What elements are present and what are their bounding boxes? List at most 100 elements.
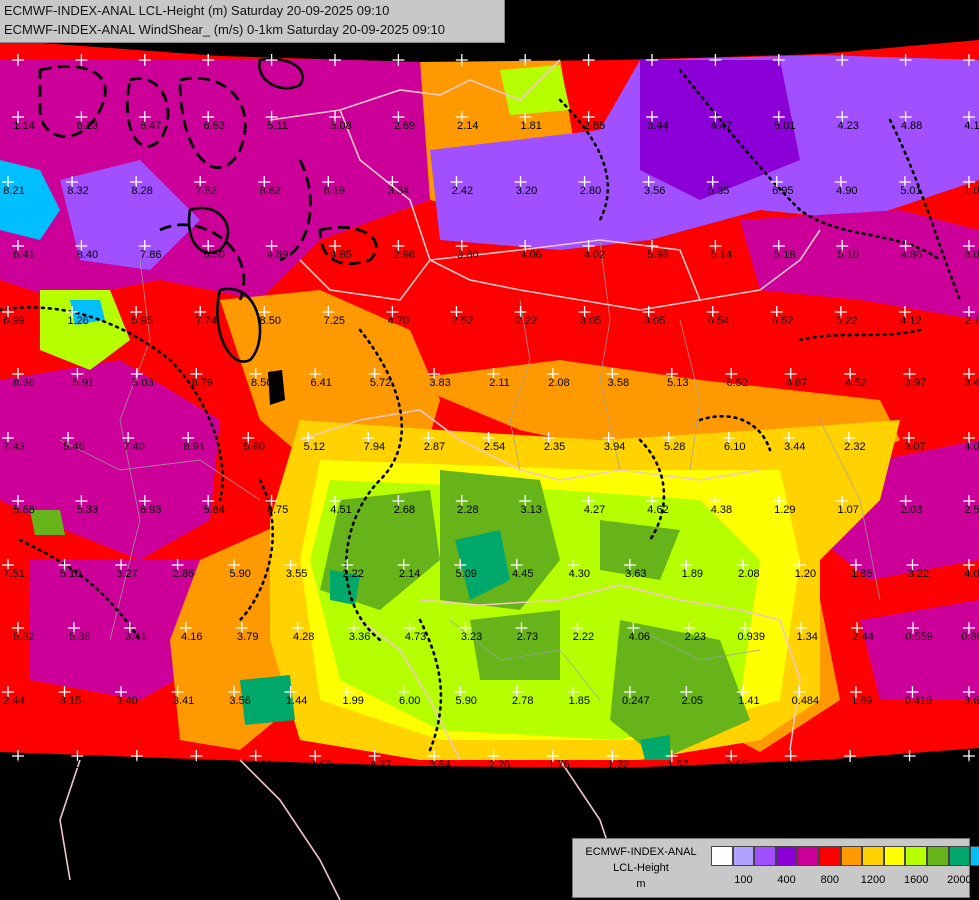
station-value-label: 5.84 <box>203 504 224 516</box>
station-value-label: 5.22 <box>836 315 857 327</box>
station-value-label: 5.91 <box>73 377 94 389</box>
station-value-label: 4.27 <box>370 759 391 771</box>
station-value-label: 8.28 <box>131 185 152 197</box>
station-value-label: 1.85 <box>851 568 872 580</box>
station-value-label: 1.44 <box>286 695 307 707</box>
station-value-label: 8.79 <box>192 377 213 389</box>
station-value-label: 1.07 <box>837 504 858 516</box>
station-value-label: 2.14 <box>399 568 420 580</box>
station-value-label: 4.00 <box>964 568 979 580</box>
station-value-label: 8.82 <box>260 185 281 197</box>
station-value-label: 3.63 <box>625 568 646 580</box>
station-value-label: 3.41 <box>173 695 194 707</box>
station-value-label: 1.29 <box>774 504 795 516</box>
station-value-label: 6.10 <box>724 441 745 453</box>
station-value-label: 5.03 <box>132 377 153 389</box>
station-value-label: 5.50 <box>203 249 224 261</box>
title-line-windshear: ECMWF-INDEX-ANAL WindShear_ (m/s) 0-1km … <box>4 22 445 37</box>
station-value-label: 5.09 <box>456 568 477 580</box>
station-value-label: 1.32 <box>608 759 629 771</box>
legend-tick-label: 400 <box>777 874 796 886</box>
legend-swatch <box>797 846 819 866</box>
station-value-label: 0.888 <box>961 631 979 643</box>
station-value-label: 7.74 <box>13 759 34 771</box>
station-value-label: 5.68 <box>13 504 34 516</box>
station-value-label: 2.54 <box>484 441 505 453</box>
station-value-label: 3.05 <box>580 315 601 327</box>
station-value-label: 1.41 <box>738 695 759 707</box>
station-value-label: 1.89 <box>851 695 872 707</box>
station-value-label: 2.52 <box>452 315 473 327</box>
legend-ticks: 100 400 800 1200 1600 2000 <box>711 874 971 888</box>
station-value-label: 5.01 <box>774 120 795 132</box>
station-value-label: 7.43 <box>3 441 24 453</box>
station-value-label: 3.22 <box>908 568 929 580</box>
legend-swatch <box>754 846 776 866</box>
station-value-label: 4.62 <box>647 504 668 516</box>
station-value-label: 3.36 <box>349 631 370 643</box>
station-value-label: 0.484 <box>792 695 820 707</box>
station-value-label: 3.83 <box>429 377 450 389</box>
station-value-label: 4.06 <box>520 249 541 261</box>
station-value-label: 4.47 <box>711 120 732 132</box>
station-value-label: 2.35 <box>192 759 213 771</box>
station-value-label: 4.28 <box>293 631 314 643</box>
station-value-label: 2.08 <box>738 568 759 580</box>
station-value-label: 4.10 <box>964 120 979 132</box>
station-value-label: 0.416 <box>905 695 933 707</box>
station-value-label: 2.23 <box>685 631 706 643</box>
station-value-label: 2.11 <box>786 759 807 771</box>
station-value-label: 4.30 <box>569 568 590 580</box>
station-value-label: 4.70 <box>388 315 409 327</box>
legend-swatch <box>948 846 971 866</box>
station-value-label: 6.41 <box>13 249 34 261</box>
station-value-label: 2.44 <box>3 695 24 707</box>
station-value-label: 5.36 <box>69 631 90 643</box>
station-value-label: 2.98 <box>394 249 415 261</box>
station-value-label: 4.86 <box>901 249 922 261</box>
station-value-label: 2.68 <box>394 504 415 516</box>
station-value-label: 2.11 <box>965 759 979 771</box>
station-value-label: 4.88 <box>901 120 922 132</box>
station-value-label: 8.40 <box>77 249 98 261</box>
station-value-label: 3.56 <box>229 695 250 707</box>
station-value-label: 4.23 <box>837 120 858 132</box>
station-value-label: 2.22 <box>342 568 363 580</box>
legend: ECMWF-INDEX-ANAL LCL-Height m 100 400 800 1… <box>572 838 979 898</box>
station-value-label: 2.95 <box>73 759 94 771</box>
station-value-label: 1.20 <box>795 568 816 580</box>
station-value-label: 3.44 <box>647 120 668 132</box>
station-value-label: 0.939 <box>737 631 765 643</box>
station-value-label: 3.39 <box>251 759 272 771</box>
station-value-label: 2.26 <box>489 759 510 771</box>
station-value-label: 2.85 <box>584 120 605 132</box>
legend-swatch <box>818 846 841 866</box>
station-value-label: 5.08 <box>330 120 351 132</box>
station-value-label: 2.22 <box>516 315 537 327</box>
legend-tick-label: 1600 <box>903 874 929 886</box>
station-value-label: 5.90 <box>229 568 250 580</box>
station-value-label: 3.20 <box>516 185 537 197</box>
station-value-label: 5.98 <box>647 249 668 261</box>
station-value-label: 2.80 <box>580 185 601 197</box>
station-value-label: 2.42 <box>452 185 473 197</box>
station-value-label: 3.27 <box>116 568 137 580</box>
station-value-label: 3.55 <box>286 568 307 580</box>
station-value-label: 4.12 <box>900 315 921 327</box>
station-value-label: 2.59 <box>964 504 979 516</box>
station-value-label: 1.81 <box>520 120 541 132</box>
station-value-label: 8.50 <box>260 315 281 327</box>
station-value-label: 4.16 <box>181 631 202 643</box>
station-value-label: 5.90 <box>456 695 477 707</box>
station-value-label: 4.51 <box>330 504 351 516</box>
station-value-label: 1.85 <box>569 695 590 707</box>
station-value-label: 5.18 <box>774 249 795 261</box>
legend-tick-label: 800 <box>820 874 839 886</box>
station-value-label: 2.35 <box>544 441 565 453</box>
station-value-label: 7.25 <box>324 315 345 327</box>
station-value-label: 7.94 <box>364 441 385 453</box>
station-value-label: 5.11 <box>267 120 288 132</box>
station-value-label: 5.95 <box>131 315 152 327</box>
station-value-label: 7.40 <box>123 441 144 453</box>
station-value-label: 4.87 <box>786 377 807 389</box>
